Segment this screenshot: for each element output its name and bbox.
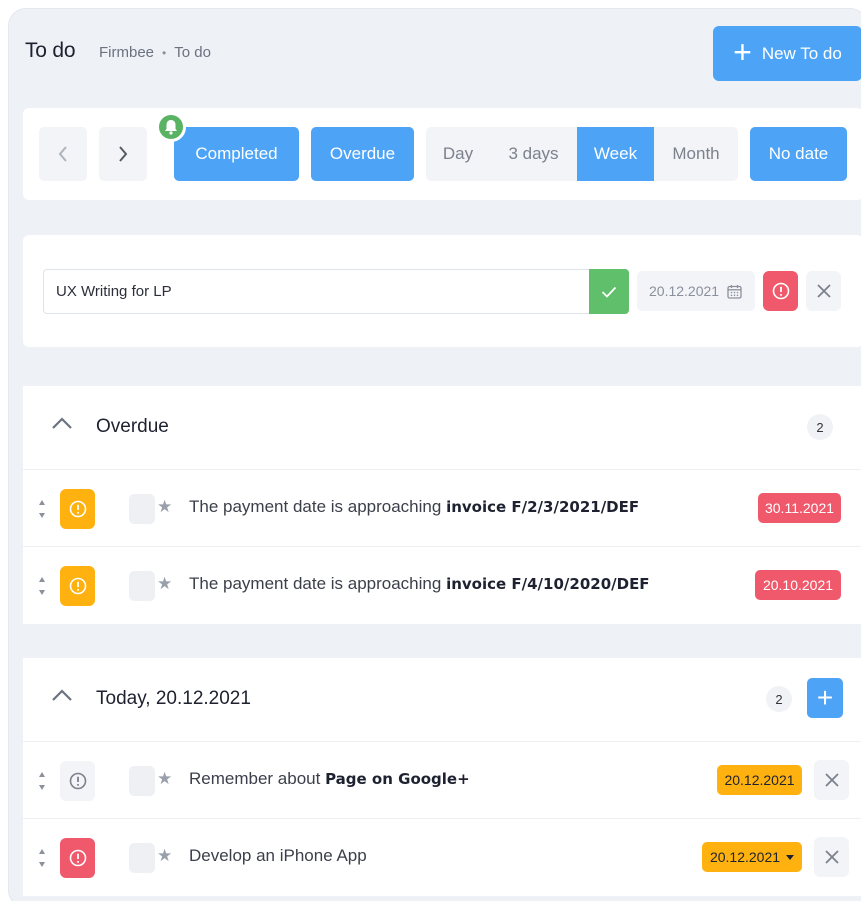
overdue-filter-button[interactable]: Overdue [311, 127, 414, 181]
exclamation-circle-icon [69, 772, 86, 790]
checkmark-icon [601, 286, 617, 298]
task-date-dropdown[interactable]: 20.12.2021 [702, 842, 802, 872]
range-segmented-control: Day 3 days Week Month [426, 127, 738, 181]
calendar-icon [727, 284, 742, 299]
task-checkbox[interactable] [129, 494, 155, 524]
task-title-input[interactable] [43, 269, 589, 314]
task-date-badge[interactable]: 20.10.2021 [755, 570, 841, 600]
task-text-plain: Remember about [189, 769, 326, 788]
cancel-task-button[interactable] [806, 271, 841, 311]
task-text-bold: invoice F/2/3/2021/DEF [446, 498, 640, 516]
new-todo-label: New To do [761, 43, 842, 63]
sort-arrows-icon [39, 577, 45, 595]
range-month[interactable]: Month [654, 127, 738, 181]
star-icon[interactable]: ★ [157, 769, 172, 789]
sort-handle-icon[interactable] [37, 575, 47, 597]
sort-handle-icon[interactable] [37, 847, 47, 869]
priority-button[interactable] [60, 761, 95, 801]
new-todo-button[interactable]: + New To do [713, 26, 861, 81]
task-text: Remember about Page on Google+ [189, 769, 470, 789]
chevron-up-icon[interactable] [51, 416, 73, 430]
section-title: Today, 20.12.2021 [96, 688, 251, 709]
completed-filter-button[interactable]: Completed [174, 127, 299, 181]
star-icon[interactable]: ★ [157, 574, 172, 594]
task-text-plain: The payment date is approaching [189, 574, 447, 593]
filter-toolbar: Completed Overdue Day 3 days Week Month … [23, 108, 861, 200]
range-3-days[interactable]: 3 days [490, 127, 577, 181]
remove-task-button[interactable] [814, 837, 849, 877]
star-icon[interactable]: ★ [157, 846, 172, 866]
task-checkbox[interactable] [129, 571, 155, 601]
chevron-right-icon [119, 146, 128, 162]
task-text-plain: The payment date is approaching [189, 497, 447, 516]
no-date-filter-button[interactable]: No date [750, 127, 847, 181]
task-row[interactable]: ★ Remember about Page on Google+ 20.12.2… [23, 742, 861, 819]
chevron-up-icon[interactable] [51, 688, 73, 702]
priority-button[interactable] [60, 566, 95, 606]
star-icon[interactable]: ★ [157, 497, 172, 517]
caret-down-icon [786, 854, 795, 860]
priority-button[interactable] [60, 489, 95, 529]
section-count-badge: 2 [766, 686, 792, 712]
task-row[interactable]: ★ The payment date is approaching invoic… [23, 470, 861, 547]
task-date-value: 20.12.2021 [649, 283, 720, 299]
exclamation-circle-icon [772, 282, 789, 300]
section-today: Today, 20.12.2021 2 + ★ Remember about P… [23, 658, 861, 896]
breadcrumb-item-firmbee[interactable]: Firmbee [99, 44, 154, 61]
new-task-card: 20.12.2021 [23, 235, 861, 347]
task-text-bold: Page on Google+ [325, 770, 470, 788]
section-count-badge: 2 [807, 414, 833, 440]
plus-icon: + [733, 34, 752, 70]
task-checkbox[interactable] [129, 766, 155, 796]
task-date-badge[interactable]: 30.11.2021 [758, 493, 841, 523]
task-date-value: 20.12.2021 [709, 849, 781, 865]
add-task-button[interactable]: + [807, 678, 843, 718]
sort-arrows-icon [39, 772, 45, 790]
section-title: Overdue [96, 416, 169, 437]
page-title: To do [25, 39, 76, 62]
notification-bell-icon[interactable] [156, 112, 186, 142]
next-period-button[interactable] [99, 127, 147, 181]
close-icon [816, 284, 831, 298]
task-checkbox[interactable] [129, 843, 155, 873]
confirm-task-button[interactable] [589, 269, 629, 314]
app-frame: To do Firmbee • To do + New To do Comple… [8, 8, 861, 901]
chevron-left-icon [58, 146, 67, 162]
section-overdue: Overdue 2 ★ The payment date is approach… [23, 386, 861, 624]
section-header[interactable]: Today, 20.12.2021 2 + [23, 658, 861, 742]
task-priority-button[interactable] [763, 271, 798, 311]
exclamation-circle-icon [69, 577, 86, 595]
sort-handle-icon[interactable] [37, 770, 47, 792]
breadcrumb-item-todo[interactable]: To do [174, 44, 211, 61]
range-day[interactable]: Day [426, 127, 490, 181]
bell-icon [165, 120, 177, 135]
breadcrumb: Firmbee • To do [99, 44, 211, 61]
task-date-picker[interactable]: 20.12.2021 [637, 271, 755, 311]
range-week[interactable]: Week [577, 127, 654, 181]
close-icon [824, 850, 839, 864]
sort-arrows-icon [39, 500, 45, 518]
task-row[interactable]: ★ Develop an iPhone App 20.12.2021 [23, 819, 861, 896]
close-icon [824, 773, 839, 787]
task-text: The payment date is approaching invoice … [189, 497, 639, 517]
exclamation-circle-icon [69, 500, 86, 518]
task-text: The payment date is approaching invoice … [189, 574, 650, 594]
section-header[interactable]: Overdue 2 [23, 386, 861, 470]
exclamation-circle-icon [69, 849, 86, 867]
remove-task-button[interactable] [814, 760, 849, 800]
task-date-badge[interactable]: 20.12.2021 [717, 765, 802, 795]
task-text-bold: invoice F/4/10/2020/DEF [446, 575, 650, 593]
prev-period-button[interactable] [39, 127, 87, 181]
task-text: Develop an iPhone App [189, 846, 367, 866]
task-text-plain: Develop an iPhone App [189, 846, 367, 865]
task-row[interactable]: ★ The payment date is approaching invoic… [23, 547, 861, 624]
breadcrumb-separator: • [162, 45, 167, 60]
priority-button[interactable] [60, 838, 95, 878]
sort-handle-icon[interactable] [37, 498, 47, 520]
sort-arrows-icon [39, 849, 45, 867]
